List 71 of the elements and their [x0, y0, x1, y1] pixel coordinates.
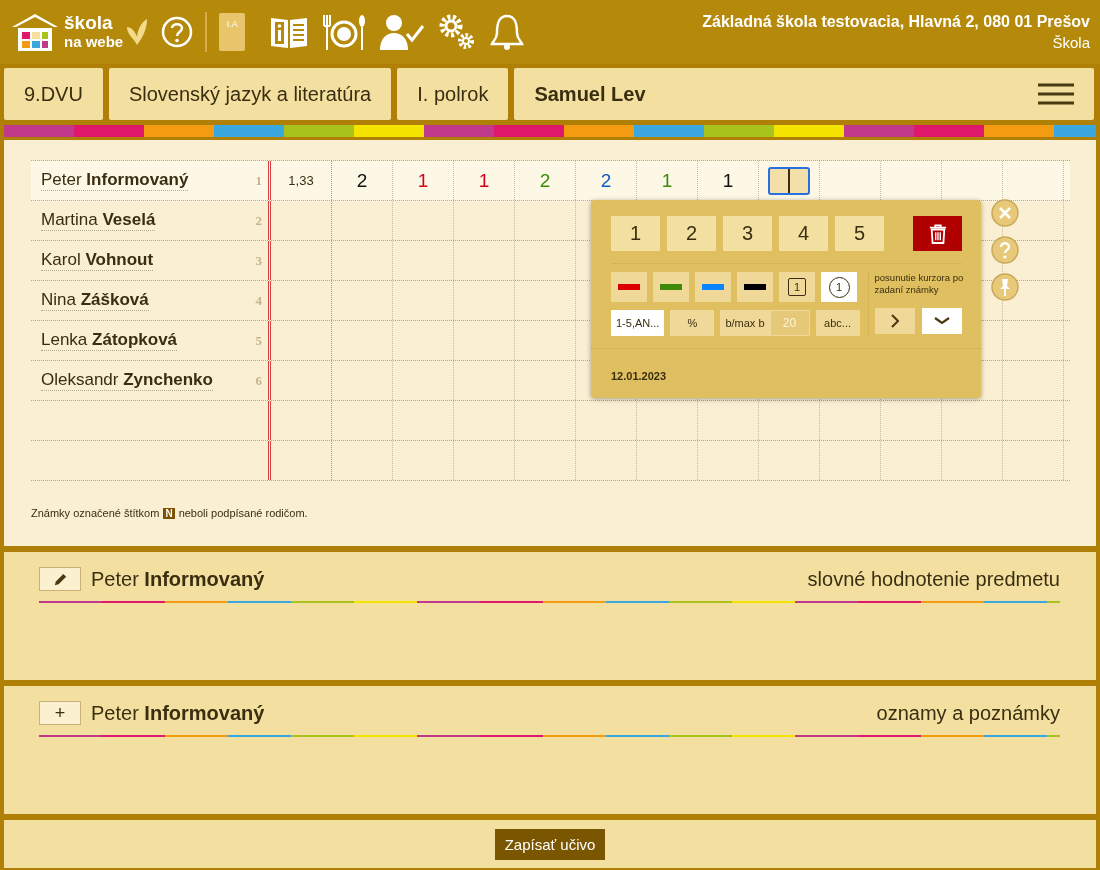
- section-title: oznamy a poznámky: [876, 701, 1060, 725]
- logo-subtitle: na webe: [64, 33, 124, 51]
- row-number: 6: [255, 372, 262, 389]
- school-name: Základná škola testovacia, Hlavná 2, 080 01 Prešov: [702, 13, 1090, 31]
- pencil-icon: [52, 571, 68, 587]
- grade-date: 12.01.2023: [611, 370, 667, 382]
- row-number: 1: [255, 172, 262, 189]
- subject-selector[interactable]: Slovenský jazyk a literatúra: [108, 68, 392, 120]
- menu-icon[interactable]: [1038, 83, 1074, 105]
- student-name[interactable]: Nina Zášková: [41, 290, 149, 311]
- logo-title: škola: [64, 13, 114, 33]
- student-name[interactable]: Lenka Zátopková: [41, 330, 178, 351]
- grade-option[interactable]: 1: [611, 216, 660, 251]
- grade[interactable]: 1: [661, 169, 673, 192]
- student-name: Peter Informovaný: [91, 567, 265, 591]
- color-option[interactable]: [695, 272, 731, 302]
- grade-style-option[interactable]: 1: [821, 272, 857, 302]
- user-role: Škola: [1052, 34, 1090, 51]
- color-option[interactable]: [611, 272, 647, 302]
- grade-option[interactable]: 2: [667, 216, 716, 251]
- grade-option[interactable]: 4: [779, 216, 828, 251]
- grade-option[interactable]: 5: [835, 216, 884, 251]
- grade[interactable]: 1: [478, 169, 490, 192]
- cursor-move-option[interactable]: [874, 308, 915, 334]
- add-button[interactable]: +: [39, 701, 81, 725]
- row-number: 3: [255, 252, 262, 269]
- chevron-right-icon: [890, 314, 899, 328]
- delete-button[interactable]: [913, 216, 962, 251]
- student-name[interactable]: Martina Veselá: [41, 210, 156, 231]
- legend-text: neboli podpísané rodičom.: [178, 507, 308, 519]
- row-number: 2: [255, 212, 262, 229]
- close-icon[interactable]: [991, 199, 1019, 227]
- pin-icon[interactable]: [991, 273, 1019, 301]
- student-row[interactable]: Peter Informovaný 1 1,33 2 1 1 2 2 1 1: [31, 161, 1070, 201]
- grade[interactable]: 2: [600, 169, 612, 192]
- grade[interactable]: 1: [722, 169, 734, 192]
- trash-icon: [928, 223, 947, 244]
- section-title: slovné hodnotenie predmetu: [807, 567, 1060, 591]
- color-option[interactable]: [737, 272, 773, 302]
- cursor-move-option[interactable]: [921, 308, 962, 334]
- class-selector[interactable]: 9.DVU: [4, 68, 103, 120]
- grade-option[interactable]: 3: [723, 216, 772, 251]
- grading-mode-option[interactable]: 1-5,AN...: [611, 310, 665, 336]
- save-button[interactable]: Zapísať učivo: [494, 828, 606, 860]
- school-logo-icon[interactable]: [10, 11, 60, 53]
- student-name[interactable]: Karol Vohnout: [41, 250, 154, 271]
- row-number: 5: [255, 332, 262, 349]
- help-icon[interactable]: [991, 236, 1019, 264]
- student-name[interactable]: Peter Informovaný: [41, 170, 189, 191]
- legend-text: Známky označené štítkom: [31, 507, 160, 519]
- person-check-icon[interactable]: [379, 12, 426, 52]
- grade-input-cell[interactable]: [768, 166, 810, 195]
- average-grade: 1,33: [288, 173, 314, 188]
- cutlery-plate-icon[interactable]: [321, 12, 368, 52]
- term-selector[interactable]: I. polrok: [397, 68, 509, 120]
- row-number: 4: [255, 292, 262, 309]
- grade[interactable]: 2: [539, 169, 551, 192]
- teacher-name: Samuel Lev: [534, 82, 646, 106]
- edit-button[interactable]: [39, 567, 81, 591]
- grade[interactable]: 2: [356, 169, 368, 192]
- grade-style-option[interactable]: 1: [779, 272, 815, 302]
- student-name[interactable]: Oleksandr Zynchenko: [41, 370, 213, 391]
- points-mode-option[interactable]: b/max b 20: [720, 310, 810, 336]
- grading-mode-option[interactable]: abc...: [815, 310, 860, 336]
- bell-icon[interactable]: [489, 13, 526, 51]
- grade[interactable]: 1: [417, 169, 429, 192]
- student-name: Peter Informovaný: [91, 701, 265, 725]
- unsigned-badge: N: [163, 507, 175, 519]
- grading-mode-option[interactable]: %: [670, 310, 715, 336]
- color-option[interactable]: [653, 272, 689, 302]
- chevron-down-icon: [933, 317, 950, 325]
